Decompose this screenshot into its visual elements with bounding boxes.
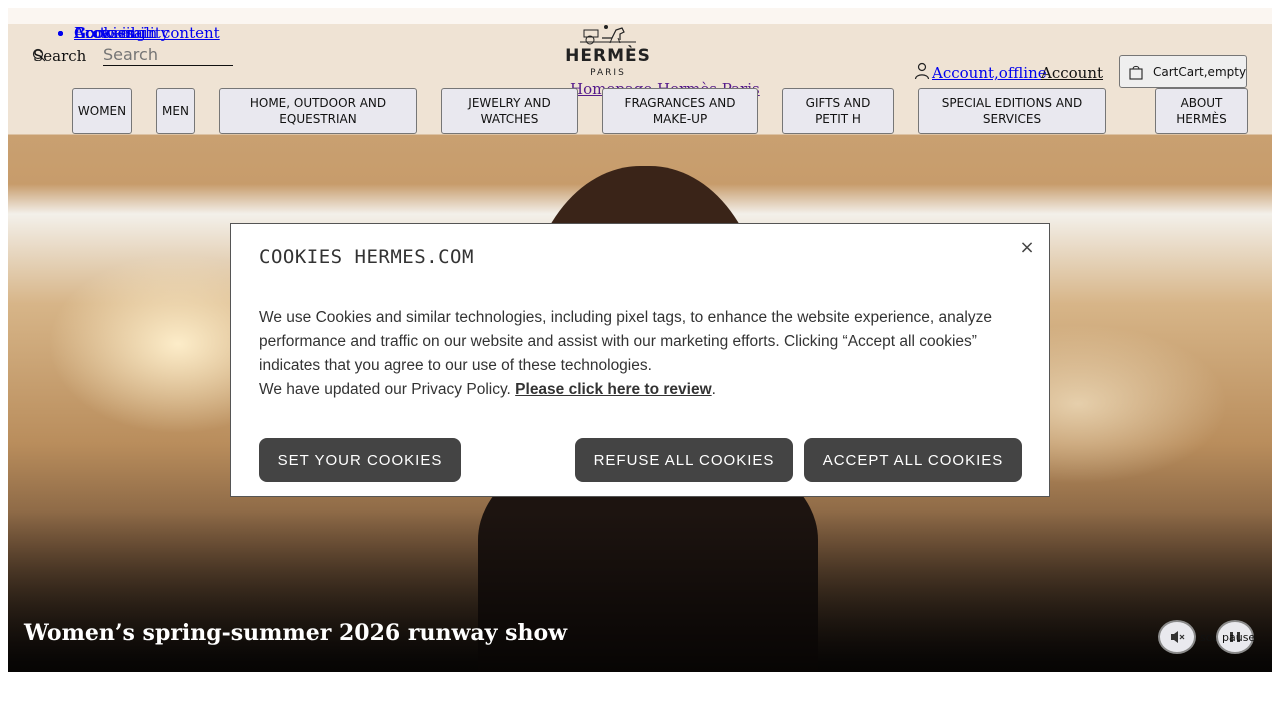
cookie-dialog-title: COOKIES HERMES.COM <box>259 246 474 268</box>
cookie-description: We use Cookies and similar technologies,… <box>259 309 992 374</box>
nav-women[interactable]: WOMEN <box>72 88 132 134</box>
close-icon[interactable]: × <box>1016 237 1038 259</box>
bottom-gradient <box>8 512 1272 672</box>
account-button[interactable]: Account <box>1041 64 1103 82</box>
mute-button[interactable] <box>1158 620 1196 654</box>
cookie-dialog-body: We use Cookies and similar technologies,… <box>259 306 1029 402</box>
skip-link-browsing[interactable]: Browsing <box>74 24 146 42</box>
cart-label: CartCart,empty <box>1153 65 1247 79</box>
privacy-policy-suffix: . <box>711 381 716 398</box>
search-input[interactable] <box>103 43 233 66</box>
brand-name: HERMÈS <box>565 46 651 66</box>
shopping-bag-icon <box>1129 65 1143 80</box>
nav-men[interactable]: MEN <box>156 88 195 134</box>
nav-jewelry-watches[interactable]: JEWELRY AND WATCHES <box>441 88 578 134</box>
nav-home-outdoor-equestrian[interactable]: HOME, OUTDOOR AND EQUESTRIAN <box>219 88 417 134</box>
account-link[interactable]: Account,offline <box>932 64 1047 82</box>
cart-button[interactable]: CartCart,empty <box>1119 55 1247 88</box>
accept-all-cookies-button[interactable]: ACCEPT ALL COOKIES <box>804 438 1022 482</box>
cookie-consent-dialog: COOKIES HERMES.COM × We use Cookies and … <box>230 223 1050 497</box>
nav-about-hermes[interactable]: ABOUT HERMÈS <box>1155 88 1248 134</box>
speaker-muted-icon <box>1171 631 1185 643</box>
set-cookies-button[interactable]: SET YOUR COOKIES <box>259 438 461 482</box>
nav-special-editions-services[interactable]: SPECIAL EDITIONS AND SERVICES <box>918 88 1106 134</box>
nav-fragrances-makeup[interactable]: FRAGRANCES AND MAKE-UP <box>602 88 758 134</box>
brand-subtitle: PARIS <box>590 68 626 78</box>
privacy-policy-text: We have updated our Privacy Policy. <box>259 381 516 398</box>
user-icon[interactable] <box>914 62 930 80</box>
nav-gifts-petit-h[interactable]: GIFTS AND PETIT H <box>782 88 894 134</box>
refuse-all-cookies-button[interactable]: REFUSE ALL COOKIES <box>575 438 793 482</box>
pause-label: pause <box>1222 631 1256 644</box>
hero-title: Women’s spring-summer 2026 runway show <box>24 620 568 646</box>
carriage-logo-icon <box>580 25 636 45</box>
search-label: Search <box>33 47 87 65</box>
privacy-policy-link[interactable]: Please click here to review <box>515 381 711 398</box>
